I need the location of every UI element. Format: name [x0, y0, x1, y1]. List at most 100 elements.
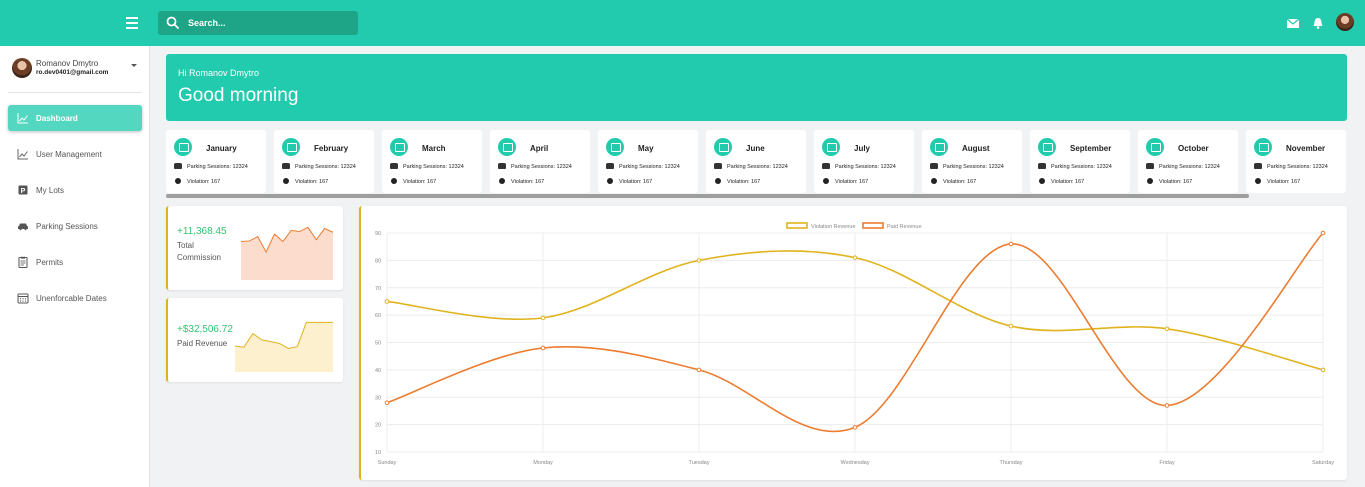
chart-line-icon	[17, 149, 28, 160]
month-card[interactable]: June Parking Sessions: 12324 Violation: 16…	[706, 130, 806, 193]
legend-label[interactable]: Violation Revenue	[811, 224, 856, 230]
revenue-line-chart: 10 20 30 40 50 60 70 80 90 Sunday Monday Tuesday Wed…	[375, 222, 1334, 466]
data-point[interactable]	[1164, 326, 1170, 332]
alert-icon	[175, 178, 181, 184]
parking-sessions-text: Parking Sessions: 12324	[727, 164, 788, 170]
month-card[interactable]: August Parking Sessions: 12324 Violation: …	[922, 130, 1022, 193]
parking-sessions-count: Parking Sessions: 12324	[930, 163, 1004, 170]
data-point[interactable]	[1008, 323, 1014, 329]
data-point[interactable]	[540, 345, 546, 351]
violation-count: Violation: 167	[282, 178, 328, 185]
bell-icon[interactable]	[1310, 15, 1326, 31]
alert-icon	[715, 178, 721, 184]
calendar-icon	[714, 138, 732, 156]
sidebar-item-label: User Management	[36, 150, 102, 159]
sidebar-item-my-lots[interactable]: P My Lots	[8, 177, 142, 203]
car-icon	[714, 163, 722, 169]
data-point[interactable]	[1008, 241, 1014, 247]
avatar[interactable]	[1336, 13, 1354, 31]
y-tick-label: 50	[375, 341, 381, 347]
mail-icon[interactable]	[1285, 15, 1301, 31]
month-card[interactable]: April Parking Sessions: 12324 Violation: 1…	[490, 130, 590, 193]
calendar-icon	[1038, 138, 1056, 156]
data-point[interactable]	[852, 255, 858, 260]
sidebar-item-unenforcable-dates[interactable]: Unenforcable Dates	[8, 285, 142, 311]
data-point[interactable]	[1320, 230, 1326, 236]
avatar	[12, 58, 32, 78]
x-tick-label: Thursday	[1000, 460, 1023, 466]
month-name: October	[1178, 144, 1209, 153]
calendar-icon	[174, 138, 192, 156]
parking-sessions-count: Parking Sessions: 12324	[1146, 163, 1220, 170]
month-name: April	[530, 144, 549, 153]
parking-sessions-text: Parking Sessions: 12324	[295, 164, 356, 170]
violation-text: Violation: 167	[619, 179, 653, 185]
calendar-icon	[390, 138, 408, 156]
horizontal-scrollbar[interactable]	[166, 194, 1249, 198]
chevron-down-icon[interactable]	[131, 64, 137, 67]
paid-revenue-sparkline	[234, 321, 333, 372]
parking-sessions-text: Parking Sessions: 12324	[619, 164, 680, 170]
month-card[interactable]: March Parking Sessions: 12324 Violation: 1…	[382, 130, 482, 193]
data-point[interactable]	[540, 315, 546, 321]
violation-text: Violation: 167	[727, 179, 761, 185]
car-icon	[1146, 163, 1154, 169]
search-icon	[166, 16, 180, 30]
revenue-chart-card: 10 20 30 40 50 60 70 80 90 Sunday Monday Tuesday Wed…	[359, 206, 1347, 480]
search-box[interactable]	[158, 11, 358, 35]
violation-count: Violation: 167	[714, 178, 760, 185]
data-point[interactable]	[696, 367, 702, 373]
data-point[interactable]	[852, 425, 858, 430]
month-card[interactable]: November Parking Sessions: 12324 Violation…	[1246, 130, 1346, 193]
month-card[interactable]: July Parking Sessions: 12324 Violation: 16…	[814, 130, 914, 193]
sidebar-item-label: Unenforcable Dates	[36, 294, 107, 303]
commission-label: Total Commission	[177, 241, 222, 262]
parking-sessions-text: Parking Sessions: 12324	[187, 164, 248, 170]
alert-icon	[283, 178, 289, 184]
month-card[interactable]: October Parking Sessions: 12324 Violation:…	[1138, 130, 1238, 193]
violation-count: Violation: 167	[1146, 178, 1192, 185]
parking-sessions-count: Parking Sessions: 12324	[714, 163, 788, 170]
data-point[interactable]	[1164, 403, 1170, 408]
violation-count: Violation: 167	[174, 178, 220, 185]
legend-label[interactable]: Paid Revenue	[887, 224, 922, 230]
month-card[interactable]: September Parking Sessions: 12324 Violatio…	[1030, 130, 1130, 193]
data-point[interactable]	[384, 299, 390, 304]
y-tick-label: 80	[375, 258, 381, 264]
month-card[interactable]: January Parking Sessions: 12324 Violation:…	[166, 130, 266, 193]
month-name: March	[422, 144, 446, 153]
data-point[interactable]	[1320, 367, 1326, 373]
violation-count: Violation: 167	[390, 178, 436, 185]
user-profile[interactable]: Romanov Dmytro ro.dev0401@gmail.com	[12, 58, 142, 82]
month-name: September	[1070, 144, 1112, 153]
month-name: July	[854, 144, 871, 153]
data-point[interactable]	[384, 400, 390, 406]
parking-sessions-count: Parking Sessions: 12324	[606, 163, 680, 170]
car-icon	[606, 163, 614, 169]
violation-count: Violation: 167	[606, 178, 652, 185]
legend-swatch	[786, 222, 808, 229]
sidebar-item-permits[interactable]: Permits	[8, 249, 142, 275]
data-point[interactable]	[696, 258, 702, 263]
commission-sparkline	[240, 226, 334, 280]
month-name: February	[314, 144, 349, 153]
violation-count: Violation: 167	[822, 178, 868, 185]
month-card[interactable]: May Parking Sessions: 12324 Violation: 167	[598, 130, 698, 193]
violation-text: Violation: 167	[403, 179, 437, 185]
month-name: November	[1286, 144, 1326, 153]
sidebar: Romanov Dmytro ro.dev0401@gmail.com Dash…	[0, 46, 150, 487]
sidebar-item-user-management[interactable]: User Management	[8, 141, 142, 167]
menu-icon[interactable]	[122, 14, 142, 32]
legend-swatch	[862, 222, 884, 229]
sidebar-item-parking-sessions[interactable]: Parking Sessions	[8, 213, 142, 239]
parking-sessions-count: Parking Sessions: 12324	[174, 163, 248, 170]
alert-icon	[823, 178, 829, 184]
alert-icon	[391, 178, 397, 184]
month-card[interactable]: February Parking Sessions: 12324 Violation…	[274, 130, 374, 193]
chart-line-icon	[17, 113, 28, 124]
search-input[interactable]	[188, 15, 348, 31]
x-tick-label: Saturday	[1312, 460, 1334, 466]
sidebar-item-dashboard[interactable]: Dashboard	[8, 105, 142, 131]
x-tick-label: Friday	[1159, 460, 1175, 466]
alert-icon	[931, 178, 937, 184]
